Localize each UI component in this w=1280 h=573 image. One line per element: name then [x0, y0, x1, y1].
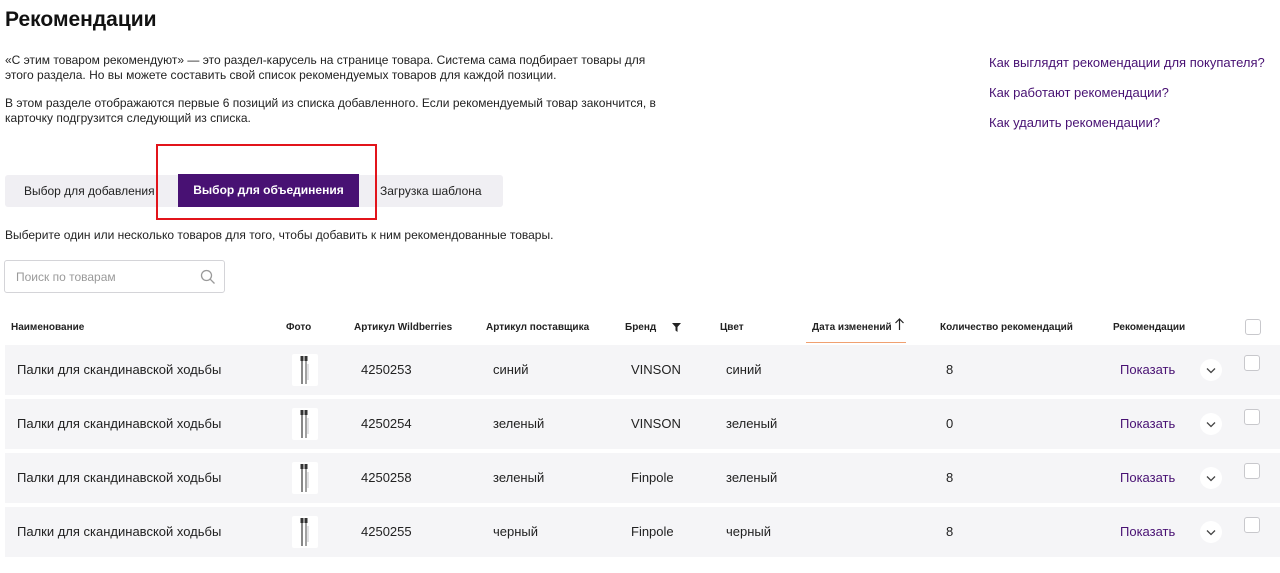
brand: Finpole [631, 524, 674, 539]
product-photo [292, 516, 318, 548]
search-icon[interactable] [200, 269, 216, 285]
rec-count: 0 [946, 416, 954, 431]
product-name: Палки для скандинавской ходьбы [17, 362, 222, 377]
table-row[interactable]: Палки для скандинавской ходьбы 4250253 с… [5, 345, 1280, 395]
filter-icon[interactable] [672, 323, 681, 332]
color: зеленый [726, 416, 778, 431]
tab-merge[interactable]: Выбор для объединения [178, 174, 359, 207]
brand: VINSON [631, 362, 681, 377]
row-checkbox[interactable] [1244, 517, 1260, 533]
product-photo [292, 462, 318, 494]
show-recommendations-link[interactable]: Показать [1120, 507, 1175, 557]
color: черный [726, 524, 772, 539]
color: зеленый [726, 470, 778, 485]
show-recommendations-link[interactable]: Показать [1120, 345, 1175, 395]
table-row[interactable]: Палки для скандинавской ходьбы 4250254 з… [5, 399, 1280, 449]
help-link-how-look[interactable]: Как выглядят рекомендации для покупателя… [989, 54, 1265, 84]
row-checkbox[interactable] [1244, 409, 1260, 425]
search-box [4, 260, 225, 293]
col-photo: Фото [286, 322, 312, 333]
supplier-article: зеленый [493, 416, 545, 431]
color: синий [726, 362, 762, 377]
show-recommendations-link[interactable]: Показать [1120, 453, 1175, 503]
row-checkbox[interactable] [1244, 463, 1260, 479]
wb-article: 4250254 [361, 416, 412, 431]
col-name[interactable]: Наименование [11, 322, 84, 333]
show-recommendations-link[interactable]: Показать [1120, 399, 1175, 449]
tab-add[interactable]: Выбор для добавления [24, 175, 155, 207]
chevron-down-icon[interactable] [1200, 521, 1222, 543]
table-row[interactable]: Палки для скандинавской ходьбы 4250255 ч… [5, 507, 1280, 557]
product-name: Палки для скандинавской ходьбы [17, 470, 222, 485]
wb-article: 4250255 [361, 524, 412, 539]
rec-count: 8 [946, 524, 954, 539]
wb-article: 4250258 [361, 470, 412, 485]
wb-article: 4250253 [361, 362, 412, 377]
sort-indicator [806, 342, 906, 343]
col-brand[interactable]: Бренд [625, 322, 656, 333]
supplier-article: черный [493, 524, 539, 539]
rec-count: 8 [946, 362, 954, 377]
product-photo [292, 354, 318, 386]
product-name: Палки для скандинавской ходьбы [17, 524, 222, 539]
mode-tabs: Выбор для добавления Выбор для объединен… [5, 174, 503, 207]
product-photo [292, 408, 318, 440]
brand: Finpole [631, 470, 674, 485]
tab-template[interactable]: Загрузка шаблона [380, 175, 482, 207]
help-link-how-work[interactable]: Как работают рекомендации? [989, 84, 1265, 114]
page-description-2: В этом разделе отображаются первые 6 поз… [5, 96, 656, 125]
col-wb-article[interactable]: Артикул Wildberries [354, 322, 452, 333]
page-title: Рекомендации [5, 8, 157, 31]
col-recommendations: Рекомендации [1113, 322, 1186, 333]
table-row[interactable]: Палки для скандинавской ходьбы 4250258 з… [5, 453, 1280, 503]
rec-count: 8 [946, 470, 954, 485]
row-checkbox[interactable] [1244, 355, 1260, 371]
supplier-article: синий [493, 362, 529, 377]
help-links: Как выглядят рекомендации для покупателя… [989, 54, 1265, 144]
col-supplier-article[interactable]: Артикул поставщика [486, 322, 589, 333]
search-input[interactable] [14, 269, 198, 285]
help-link-how-delete[interactable]: Как удалить рекомендации? [989, 114, 1265, 144]
chevron-down-icon[interactable] [1200, 413, 1222, 435]
brand: VINSON [631, 416, 681, 431]
sort-arrow-up-icon[interactable] [894, 318, 905, 330]
col-color[interactable]: Цвет [720, 322, 744, 333]
col-rec-count[interactable]: Количество рекомендаций [940, 322, 1073, 333]
selection-hint: Выберите один или несколько товаров для … [5, 228, 554, 242]
supplier-article: зеленый [493, 470, 545, 485]
product-name: Палки для скандинавской ходьбы [17, 416, 222, 431]
chevron-down-icon[interactable] [1200, 359, 1222, 381]
select-all-checkbox[interactable] [1245, 319, 1261, 335]
col-date-changed[interactable]: Дата изменений [812, 322, 892, 333]
page-description-1: «С этим товаром рекомендуют» — это разде… [5, 53, 646, 82]
chevron-down-icon[interactable] [1200, 467, 1222, 489]
